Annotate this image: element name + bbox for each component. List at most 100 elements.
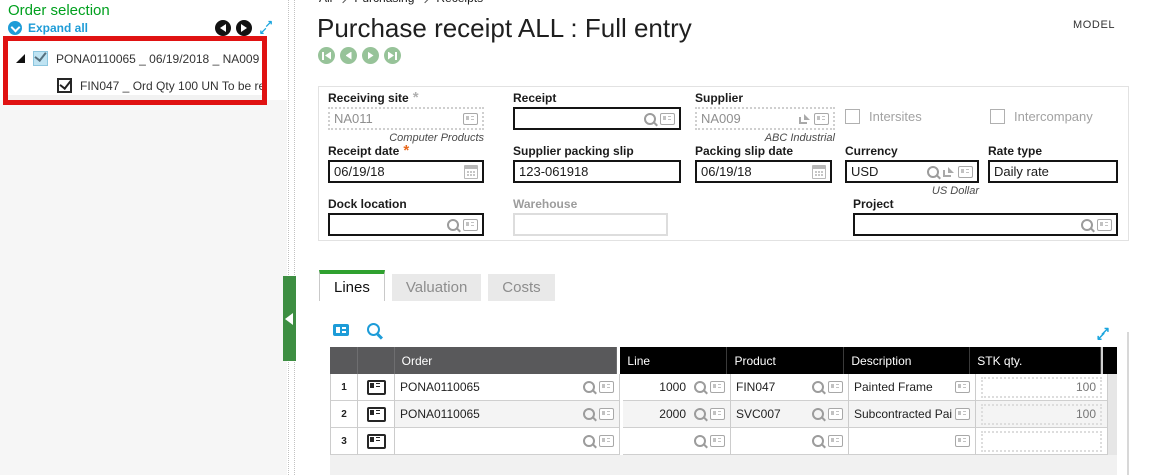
selection-grid-icon[interactable] xyxy=(955,381,970,393)
grid-card-view-icon[interactable] xyxy=(333,324,349,336)
selection-grid-icon[interactable] xyxy=(710,435,725,447)
collapse-panel-handle[interactable] xyxy=(283,276,296,361)
receiving-site-input[interactable] xyxy=(334,111,459,126)
row-detail-button[interactable] xyxy=(358,374,395,401)
supplier-packing-slip-input[interactable] xyxy=(519,164,675,179)
previous-record-button[interactable] xyxy=(340,47,357,64)
selection-grid-icon[interactable] xyxy=(463,219,478,231)
lookup-magnifier-icon[interactable] xyxy=(812,381,824,393)
selection-grid-icon[interactable] xyxy=(463,113,478,125)
packing-slip-date-input[interactable] xyxy=(701,164,808,179)
column-header-product[interactable]: Product xyxy=(727,347,844,374)
intercompany-checkbox[interactable] xyxy=(990,109,1005,124)
column-header-line[interactable]: Line xyxy=(620,347,727,374)
line-checkbox[interactable] xyxy=(57,78,72,93)
selection-grid-icon[interactable] xyxy=(599,381,614,393)
receipt-input[interactable] xyxy=(519,111,640,126)
lookup-magnifier-icon[interactable] xyxy=(812,408,824,420)
row-number-cell[interactable]: 2 xyxy=(330,401,358,428)
warehouse-input xyxy=(519,217,662,232)
first-record-button[interactable] xyxy=(318,47,335,64)
grid-footer-strip xyxy=(330,455,1117,475)
product-cell[interactable] xyxy=(731,428,849,455)
order-cell[interactable]: PONA0110065 xyxy=(395,374,620,401)
tree-node-order[interactable]: PONA0110065 _ 06/19/2018 _ NA009 xyxy=(16,51,259,66)
currency-input[interactable] xyxy=(851,164,923,179)
selection-grid-icon[interactable] xyxy=(828,408,843,420)
lookup-magnifier-icon[interactable] xyxy=(583,435,595,447)
selection-grid-icon[interactable] xyxy=(710,381,725,393)
selection-grid-icon[interactable] xyxy=(828,381,843,393)
order-checkbox[interactable] xyxy=(33,51,48,66)
expand-grid-icon[interactable]: ↗↙ xyxy=(1096,327,1110,340)
row-detail-button[interactable] xyxy=(358,428,395,455)
line-cell[interactable]: 2000 xyxy=(623,401,731,428)
lookup-magnifier-icon[interactable] xyxy=(644,113,656,125)
product-cell[interactable]: FIN047 xyxy=(731,374,849,401)
expand-left-panel-icon[interactable]: ↗↙ xyxy=(259,22,273,35)
tree-expanded-caret-icon[interactable] xyxy=(16,54,25,63)
tab-valuation[interactable]: Valuation xyxy=(392,274,481,301)
lookup-magnifier-icon[interactable] xyxy=(927,166,939,178)
dock-location-input[interactable] xyxy=(334,217,443,232)
receipt-field: Receipt xyxy=(513,91,681,130)
tree-node-line[interactable]: FIN047 _ Ord Qty 100 UN To be received 1… xyxy=(57,78,267,93)
selection-grid-icon[interactable] xyxy=(660,113,675,125)
previous-selection-button[interactable] xyxy=(215,20,231,36)
selection-grid-icon[interactable] xyxy=(599,408,614,420)
receipt-date-input[interactable] xyxy=(334,164,460,179)
lookup-magnifier-icon[interactable] xyxy=(1081,219,1093,231)
line-cell[interactable] xyxy=(623,428,731,455)
description-cell[interactable]: Subcontracted Painting xyxy=(849,401,976,428)
lookup-magnifier-icon[interactable] xyxy=(812,435,824,447)
intersites-checkbox[interactable] xyxy=(845,109,860,124)
lookup-magnifier-icon[interactable] xyxy=(694,435,706,447)
model-menu[interactable]: MODEL xyxy=(1073,19,1115,31)
tab-costs[interactable]: Costs xyxy=(488,274,554,301)
detail-card-icon xyxy=(367,380,386,395)
last-record-button[interactable] xyxy=(384,47,401,64)
grid-search-icon[interactable] xyxy=(367,323,380,336)
selection-grid-icon[interactable] xyxy=(955,408,970,420)
column-header-description[interactable]: Description xyxy=(844,347,970,374)
column-header-order[interactable]: Order xyxy=(395,347,618,374)
line-cell[interactable]: 1000 xyxy=(623,374,731,401)
grid-scrollbar[interactable] xyxy=(1127,332,1129,475)
tab-lines[interactable]: Lines xyxy=(319,270,385,301)
breadcrumb-item-all[interactable]: All xyxy=(319,0,332,5)
description-cell[interactable] xyxy=(849,428,976,455)
supplier-input[interactable] xyxy=(701,111,795,126)
project-input[interactable] xyxy=(859,217,1077,232)
lookup-magnifier-icon[interactable] xyxy=(583,381,595,393)
selection-grid-icon[interactable] xyxy=(828,435,843,447)
selection-grid-icon[interactable] xyxy=(1097,219,1112,231)
selection-grid-icon[interactable] xyxy=(958,166,973,178)
lookup-magnifier-icon[interactable] xyxy=(694,381,706,393)
expand-all-link[interactable]: Expand all xyxy=(8,21,88,35)
order-cell[interactable] xyxy=(395,428,620,455)
row-number-cell[interactable]: 3 xyxy=(330,428,358,455)
lookup-magnifier-icon[interactable] xyxy=(447,219,459,231)
lookup-magnifier-icon[interactable] xyxy=(583,408,595,420)
jump-to-record-icon[interactable] xyxy=(799,114,810,124)
selection-grid-icon[interactable] xyxy=(955,435,970,447)
row-number-cell[interactable]: 1 xyxy=(330,374,358,401)
calendar-icon[interactable] xyxy=(812,165,826,179)
breadcrumb-item-receipts[interactable]: Receipts xyxy=(436,0,483,5)
column-header-stk-qty[interactable]: STK qty. xyxy=(970,347,1101,374)
order-cell[interactable]: PONA0110065 xyxy=(395,401,620,428)
product-cell[interactable]: SVC007 xyxy=(731,401,849,428)
breadcrumb-item-purchasing[interactable]: Purchasing xyxy=(354,0,414,5)
jump-to-record-icon[interactable] xyxy=(943,167,954,177)
next-record-button[interactable] xyxy=(362,47,379,64)
rate-type-input[interactable] xyxy=(994,164,1112,179)
next-selection-button[interactable] xyxy=(236,20,252,36)
selection-grid-icon[interactable] xyxy=(710,408,725,420)
selection-grid-icon[interactable] xyxy=(599,435,614,447)
description-cell[interactable]: Painted Frame xyxy=(849,374,976,401)
lookup-magnifier-icon[interactable] xyxy=(694,408,706,420)
selection-grid-icon[interactable] xyxy=(814,113,829,125)
panel-separator[interactable] xyxy=(288,0,295,475)
row-detail-button[interactable] xyxy=(358,401,395,428)
calendar-icon[interactable] xyxy=(464,165,478,179)
